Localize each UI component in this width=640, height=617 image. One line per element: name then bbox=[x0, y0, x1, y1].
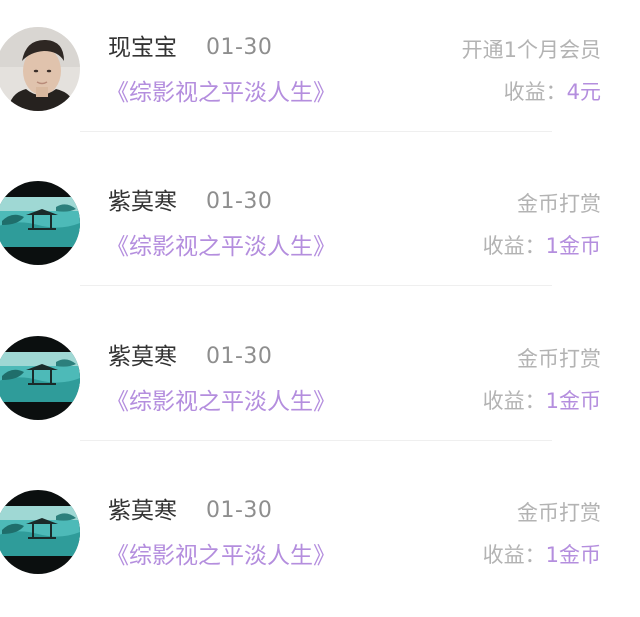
book-title-link[interactable]: 《综影视之平淡人生》 bbox=[106, 541, 336, 571]
earnings-label: 收益： bbox=[482, 234, 546, 258]
earnings-value: 4元 bbox=[566, 80, 601, 104]
book-title-link[interactable]: 《综影视之平淡人生》 bbox=[106, 78, 336, 108]
earnings-label: 收益： bbox=[482, 543, 546, 567]
record-date: 01-30 bbox=[206, 344, 273, 369]
lake-pavilion-avatar-icon bbox=[0, 490, 80, 574]
earnings-value: 1金币 bbox=[545, 234, 601, 258]
earnings-value: 1金币 bbox=[545, 543, 601, 567]
record-date: 01-30 bbox=[206, 498, 273, 523]
income-record-list: 现宝宝 01-30 《综影视之平淡人生》 开通1个月会员 收益：4元 紫莫寒 0… bbox=[0, 0, 640, 597]
user-name: 现宝宝 bbox=[108, 35, 177, 61]
earnings: 收益：4元 bbox=[504, 77, 601, 107]
earnings: 收益：1金币 bbox=[483, 231, 601, 261]
earnings-label: 收益： bbox=[482, 389, 546, 413]
user-name: 紫莫寒 bbox=[108, 498, 177, 524]
book-title-link[interactable]: 《综影视之平淡人生》 bbox=[106, 387, 336, 417]
record-action: 金币打赏 bbox=[517, 347, 601, 371]
user-avatar[interactable] bbox=[0, 181, 80, 265]
row-divider bbox=[80, 440, 552, 441]
row-divider bbox=[80, 285, 552, 286]
record-action: 开通1个月会员 bbox=[461, 38, 601, 62]
user-avatar[interactable] bbox=[0, 336, 80, 420]
user-name: 紫莫寒 bbox=[108, 189, 177, 215]
income-record-row[interactable]: 紫莫寒 01-30 《综影视之平淡人生》 金币打赏 收益：1金币 bbox=[0, 309, 640, 463]
earnings: 收益：1金币 bbox=[483, 386, 601, 416]
lake-pavilion-avatar-icon bbox=[0, 181, 80, 265]
record-action: 金币打赏 bbox=[517, 501, 601, 525]
user-name: 紫莫寒 bbox=[108, 344, 177, 370]
earnings-label: 收益： bbox=[503, 80, 567, 104]
user-avatar[interactable] bbox=[0, 490, 80, 574]
man-portrait-avatar-icon bbox=[0, 27, 80, 111]
row-divider bbox=[80, 131, 552, 132]
earnings-value: 1金币 bbox=[545, 389, 601, 413]
user-avatar[interactable] bbox=[0, 27, 80, 111]
record-action: 金币打赏 bbox=[517, 192, 601, 216]
record-date: 01-30 bbox=[206, 35, 273, 60]
income-record-row[interactable]: 现宝宝 01-30 《综影视之平淡人生》 开通1个月会员 收益：4元 bbox=[0, 0, 640, 154]
earnings: 收益：1金币 bbox=[483, 540, 601, 570]
income-record-row[interactable]: 紫莫寒 01-30 《综影视之平淡人生》 金币打赏 收益：1金币 bbox=[0, 154, 640, 308]
record-date: 01-30 bbox=[206, 189, 273, 214]
income-record-row[interactable]: 紫莫寒 01-30 《综影视之平淡人生》 金币打赏 收益：1金币 bbox=[0, 463, 640, 617]
book-title-link[interactable]: 《综影视之平淡人生》 bbox=[106, 232, 336, 262]
lake-pavilion-avatar-icon bbox=[0, 336, 80, 420]
